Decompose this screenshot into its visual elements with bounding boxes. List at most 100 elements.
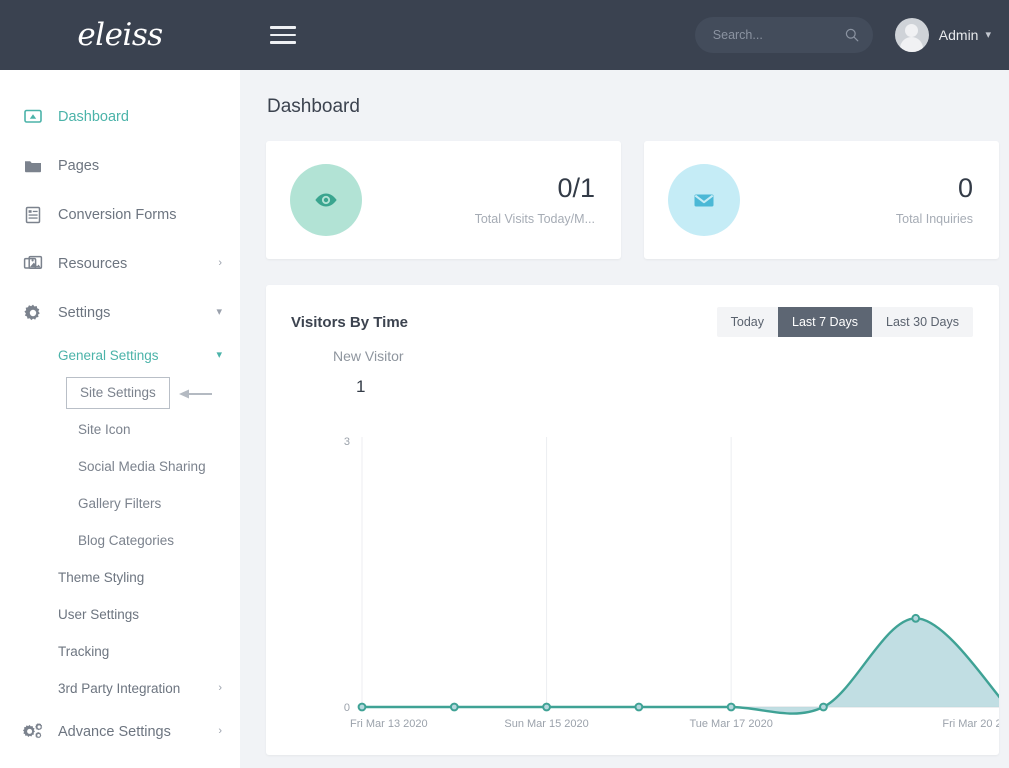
gear-icon	[22, 302, 44, 324]
x-tick-label: Fri Mar 20 2020	[942, 718, 999, 730]
sidebar-item-label: User Settings	[58, 607, 140, 622]
sidebar-item-label: Tracking	[58, 644, 110, 659]
y-tick-label: 3	[344, 436, 350, 448]
avatar	[894, 18, 929, 52]
top-header-bar: eleiss Admin ▾	[0, 0, 1009, 70]
sidebar-item-general-settings[interactable]: General Settings ▾	[0, 337, 240, 374]
sidebar-item-label: Theme Styling	[58, 570, 145, 585]
sidebar-item-site-settings[interactable]: Site Settings	[66, 374, 240, 411]
chart-data-point	[726, 702, 736, 712]
sidebar-item-label: Site Settings	[80, 384, 156, 400]
stat-text-group: 0/1 Total Visits Today/M...	[474, 173, 595, 226]
hamburger-line	[270, 33, 296, 37]
avatar-body	[900, 37, 924, 52]
chevron-right-icon: ›	[218, 257, 222, 269]
avatar-head	[905, 24, 919, 37]
sidebar-item-tracking[interactable]: Tracking	[0, 633, 240, 670]
envelope-icon	[694, 194, 714, 207]
sidebar-item-social-media-sharing[interactable]: Social Media Sharing	[0, 448, 240, 485]
x-tick-label: Sun Mar 15 2020	[504, 718, 588, 730]
sidebar-item-user-settings[interactable]: User Settings	[0, 596, 240, 633]
sidebar-item-label: General Settings	[58, 348, 159, 363]
sidebar-item-label: Resources	[58, 255, 128, 272]
sidebar-item-label: Site Icon	[78, 422, 131, 437]
stat-card: 0 Total Inquiries	[644, 141, 999, 259]
stat-value: 0	[957, 173, 973, 204]
user-name-label: Admin	[938, 27, 979, 43]
range-button-last-30-days[interactable]: Last 30 Days	[872, 307, 973, 337]
app-logo: eleiss	[77, 17, 163, 53]
sidebar-item-label: 3rd Party Integration	[58, 681, 181, 696]
visitors-chart-panel: Visitors By Time Today Last 7 Days Last 30…	[266, 285, 999, 755]
eye-icon	[315, 193, 337, 207]
x-tick-label: Tue Mar 17 2020	[689, 718, 772, 730]
chevron-right-icon: ›	[218, 682, 222, 694]
y-tick-label: 0	[344, 702, 350, 714]
legend-series-name: New Visitor	[333, 348, 404, 364]
gears-icon	[22, 721, 44, 743]
stat-icon-circle	[290, 164, 362, 236]
stat-value: 0/1	[557, 173, 595, 204]
sidebar-item-settings[interactable]: Settings ▾	[0, 288, 240, 337]
chevron-right-icon: ›	[218, 725, 222, 737]
stat-card: 0/1 Total Visits Today/M...	[266, 141, 621, 259]
chart-data-point	[542, 702, 551, 712]
stat-text-group: 0 Total Inquiries	[895, 173, 973, 226]
user-menu[interactable]: Admin ▾	[894, 18, 991, 52]
x-tick-label: Fri Mar 13 2020	[350, 718, 428, 730]
chart-data-point	[819, 702, 828, 712]
stat-label: Total Visits Today/M...	[474, 211, 595, 226]
chart-area-fill	[362, 618, 999, 714]
sidebar-item-dashboard[interactable]: Dashboard	[0, 92, 240, 141]
hamburger-line	[270, 26, 296, 29]
sidebar-item-blog-categories[interactable]: Blog Categories	[0, 522, 240, 559]
sidebar-item-label: Dashboard	[58, 108, 129, 125]
sidebar-item-label: Social Media Sharing	[78, 459, 206, 474]
chart-plot-area: 3 0 Fri Mar 13 2020 Sun Mar 15 2020 Tue Mar …	[266, 425, 999, 755]
logo-area[interactable]: eleiss	[0, 0, 240, 70]
highlight-box: Site Settings	[66, 376, 170, 409]
sidebar-item-conversion-forms[interactable]: Conversion Forms	[0, 190, 240, 239]
sidebar-item-label: Conversion Forms	[58, 206, 177, 223]
sidebar-item-resources[interactable]: Resources ›	[0, 239, 240, 288]
chart-data-point	[634, 702, 644, 712]
chart-data-point	[449, 702, 459, 712]
main-content: Dashboard 0/1 Total Visits Today/M... 0 Tot…	[240, 70, 1009, 768]
range-button-today[interactable]: Today	[716, 307, 779, 337]
sidebar-item-label: Settings	[58, 304, 111, 321]
sidebar-item-pages[interactable]: Pages	[0, 141, 240, 190]
stat-icon-circle	[668, 164, 740, 236]
chevron-down-icon: ▾	[216, 306, 222, 318]
sidebar-item-3rd-party-integration[interactable]: 3rd Party Integration ›	[0, 670, 240, 707]
stat-cards-row: 0/1 Total Visits Today/M... 0 Total Inquiri…	[266, 141, 999, 259]
sidebar-item-advance-settings[interactable]: Advance Settings ›	[0, 707, 240, 756]
sidebar-item-gallery-filters[interactable]: Gallery Filters	[0, 485, 240, 522]
chevron-down-icon: ▾	[985, 28, 991, 41]
sidebar-item-label: Pages	[58, 157, 100, 174]
search-box[interactable]	[694, 17, 873, 53]
sidebar-item-label: Blog Categories	[78, 533, 175, 548]
chart-data-point	[357, 702, 367, 712]
stat-label: Total Inquiries	[895, 211, 973, 226]
hamburger-icon[interactable]	[270, 26, 296, 44]
gallery-icon	[22, 253, 44, 275]
sidebar-navigation: Dashboard Pages Conversion Forms Resources ›…	[0, 70, 240, 768]
page-title: Dashboard	[267, 96, 360, 117]
hamburger-line	[270, 41, 296, 44]
sidebar-item-theme-styling[interactable]: Theme Styling	[0, 559, 240, 596]
chart-title: Visitors By Time	[291, 313, 408, 331]
chevron-down-icon: ▾	[216, 349, 222, 361]
search-input[interactable]	[694, 17, 873, 53]
arrow-left-annotation-icon	[178, 387, 214, 399]
sidebar-item-site-icon[interactable]: Site Icon	[0, 411, 240, 448]
date-range-toggle-group: Today Last 7 Days Last 30 Days	[716, 307, 973, 337]
legend-series-value: 1	[356, 377, 366, 396]
chart-header: Visitors By Time Today Last 7 Days Last 30…	[266, 285, 999, 337]
header-right-group: Admin ▾	[694, 17, 1009, 53]
folder-icon	[22, 155, 44, 177]
monitor-icon	[22, 106, 44, 128]
sidebar-item-label: Gallery Filters	[78, 496, 162, 511]
form-icon	[22, 204, 44, 226]
range-button-last-7-days[interactable]: Last 7 Days	[778, 307, 873, 337]
sidebar-item-label: Advance Settings	[58, 723, 171, 740]
